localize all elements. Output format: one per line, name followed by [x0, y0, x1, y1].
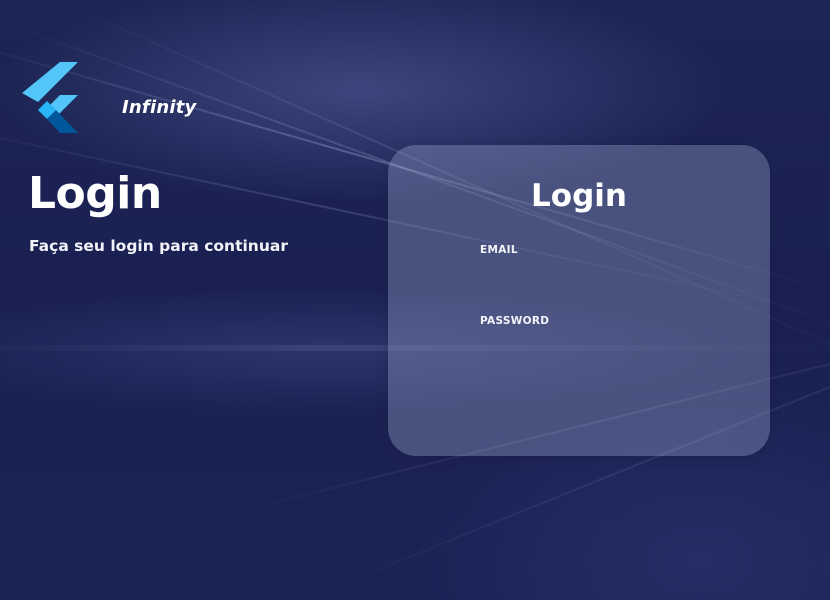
login-card-title: Login: [531, 178, 627, 214]
flutter-logo-icon: [22, 62, 78, 133]
email-label: EMAIL: [480, 244, 518, 256]
brand-name: Infinity: [122, 97, 197, 118]
email-field[interactable]: [480, 259, 680, 289]
page-subtitle: Faça seu login para continuar: [29, 237, 288, 255]
password-field[interactable]: [480, 330, 680, 360]
login-card: Login EMAIL PASSWORD: [388, 145, 770, 456]
password-label: PASSWORD: [480, 315, 550, 327]
page-title: Login: [28, 168, 162, 219]
